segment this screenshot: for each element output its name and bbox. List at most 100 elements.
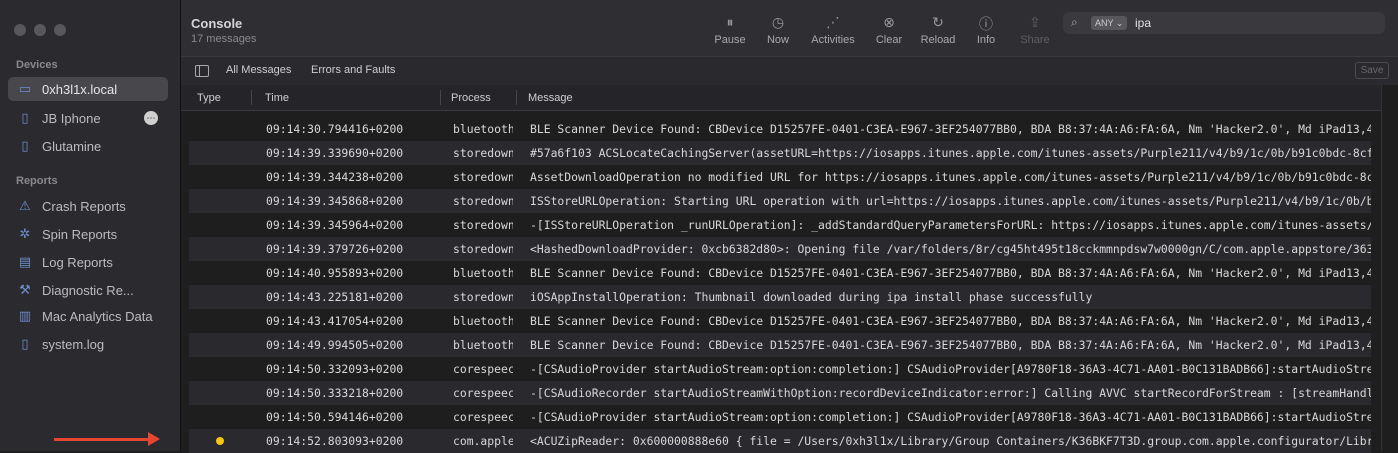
table-row[interactable]: 09:14:43.225181+0200 storedownloadd iOSApp… [189, 285, 1371, 309]
row-time: 09:14:49.994505+0200 [266, 338, 404, 352]
warning-icon: ⚠ [19, 198, 31, 213]
row-message: AssetDownloadOperation no modified URL f… [530, 170, 1371, 184]
save-button[interactable]: Save [1355, 62, 1389, 79]
table-row[interactable]: 09:14:39.345964+0200 storedownloadd -[ISSt… [189, 213, 1371, 237]
row-process: bluetoothd [453, 314, 513, 328]
row-process: storedownloadd [453, 290, 513, 304]
table-row[interactable]: 09:14:39.339690+0200 storedownloadd #57a6f… [189, 141, 1371, 165]
sidebar-item-diagnostic-reports[interactable]: ⚒ Diagnostic Re... [8, 278, 168, 302]
zoom-window-button[interactable] [54, 24, 66, 36]
table-row[interactable]: 09:14:50.333218+0200 corespeechd -[CSAudio… [189, 381, 1371, 405]
sidebar-item-label: Log Reports [42, 254, 113, 270]
info-icon: ⓘ [979, 16, 993, 32]
devices-header: Devices [16, 59, 58, 71]
row-time: 09:14:39.344238+0200 [266, 170, 404, 184]
file-icon: ▯ [21, 336, 29, 351]
activity-badge-icon: ⋯ [144, 111, 158, 125]
minimize-window-button[interactable] [34, 24, 46, 36]
sidebar-item-0xh3l1x-local[interactable]: ▭ 0xh3l1x.local [8, 77, 168, 101]
clear-button[interactable]: ⊗ Clear [861, 14, 917, 46]
sidebar-item-jb-iphone[interactable]: ▯ JB Iphone ⋯ [8, 106, 168, 130]
row-process: storedownloadd [453, 146, 513, 160]
activities-button[interactable]: ⋰ Activities [805, 14, 861, 46]
sidebar-item-label: JB Iphone [42, 110, 101, 126]
sidebar-toggle-icon[interactable] [195, 65, 209, 77]
laptop-icon: ▭ [18, 81, 32, 96]
window-controls [14, 24, 66, 36]
share-icon: ⇪ [1029, 14, 1041, 30]
clock-icon: ◷ [771, 14, 785, 30]
table-row[interactable]: 09:14:30.794416+0200 bluetoothd BLE Scanne… [189, 117, 1371, 141]
search-scope-dropdown[interactable]: ANY ⌄ [1091, 16, 1128, 30]
sidebar-item-label: Mac Analytics Data [42, 308, 153, 324]
sidebar-item-glutamine[interactable]: ▯ Glutamine [8, 134, 168, 158]
info-button[interactable]: ⓘ Info [958, 14, 1014, 46]
row-message: -[ISStoreURLOperation _runURLOperation]:… [530, 218, 1371, 232]
activities-label: Activities [811, 34, 855, 46]
row-time: 09:14:39.345868+0200 [266, 194, 404, 208]
column-header-message[interactable]: Message [528, 92, 573, 104]
row-process: bluetoothd [453, 338, 513, 352]
row-process: corespeechd [453, 410, 513, 424]
sidebar-item-label: Diagnostic Re... [42, 282, 134, 298]
column-divider[interactable] [516, 90, 517, 105]
table-row[interactable]: 09:14:43.417054+0200 bluetoothd BLE Scanne… [189, 309, 1371, 333]
row-time: 09:14:52.803093+0200 [266, 434, 404, 448]
sidebar-item-label: 0xh3l1x.local [42, 81, 118, 97]
chart-icon: ▥ [18, 308, 32, 323]
row-message: BLE Scanner Device Found: CBDevice D1525… [530, 338, 1371, 352]
column-divider[interactable] [440, 90, 441, 105]
share-label: Share [1020, 34, 1050, 46]
vertical-scrollbar[interactable] [1381, 85, 1398, 451]
phone-icon: ▯ [21, 138, 29, 153]
table-row[interactable]: 09:14:50.332093+0200 corespeechd -[CSAudio… [189, 357, 1371, 381]
errors-and-faults-button[interactable]: Errors and Faults [311, 64, 395, 76]
sidebar-item-system-log[interactable]: ▯ system.log [8, 332, 168, 356]
search-icon: ⌕ [1071, 15, 1078, 29]
column-header-process[interactable]: Process [451, 92, 491, 104]
column-header-time[interactable]: Time [265, 92, 289, 104]
row-process: corespeechd [453, 386, 513, 400]
table-row[interactable]: 09:14:52.803093+0200 com.apple.configurat… [189, 429, 1371, 453]
table-row[interactable]: 09:14:50.594146+0200 corespeechd -[CSAudio… [189, 405, 1371, 429]
close-window-button[interactable] [14, 24, 26, 36]
sidebar-item-label: Crash Reports [42, 198, 126, 214]
now-button[interactable]: ◷ Now [750, 14, 806, 46]
table-row[interactable]: 09:14:40.955893+0200 bluetoothd BLE Scanne… [189, 261, 1371, 285]
column-divider[interactable] [251, 90, 252, 105]
row-time: 09:14:50.332093+0200 [266, 362, 404, 376]
row-process: bluetoothd [453, 122, 513, 136]
row-message: BLE Scanner Device Found: CBDevice D1525… [530, 314, 1371, 328]
clear-label: Clear [875, 34, 903, 46]
row-process: storedownloadd [453, 242, 513, 256]
window-title: Console [191, 16, 243, 31]
row-message: iOSAppInstallOperation: Thumbnail downlo… [530, 290, 1093, 304]
table-row[interactable]: 09:14:39.344238+0200 storedownloadd AssetD… [189, 165, 1371, 189]
sidebar-item-mac-analytics-data[interactable]: ▥ Mac Analytics Data [8, 304, 168, 328]
reload-label: Reload [920, 34, 956, 46]
row-process: com.apple.configurator [453, 434, 513, 448]
sidebar-item-crash-reports[interactable]: ⚠ Crash Reports [8, 194, 168, 218]
now-label: Now [766, 34, 789, 46]
activities-icon: ⋰ [826, 14, 840, 30]
reports-header: Reports [16, 175, 58, 187]
table-row[interactable]: 09:14:49.994505+0200 bluetoothd BLE Scanne… [189, 333, 1371, 357]
sidebar-item-label: Glutamine [42, 138, 102, 154]
table-row[interactable]: 09:14:39.379726+0200 storedownloadd <Hashe… [189, 237, 1371, 261]
search-scope-label: ANY [1095, 18, 1114, 28]
row-process: storedownloadd [453, 194, 513, 208]
table-row[interactable]: 09:14:39.345868+0200 storedownloadd ISStor… [189, 189, 1371, 213]
search-field[interactable]: ⌕ ANY ⌄ ipa [1063, 12, 1385, 34]
sidebar-item-spin-reports[interactable]: ✲ Spin Reports [8, 222, 168, 246]
search-input[interactable]: ipa [1135, 16, 1151, 30]
sidebar-item-label: system.log [42, 336, 105, 352]
phone-icon: ▯ [21, 110, 29, 125]
share-button[interactable]: ⇪ Share [1007, 14, 1063, 46]
row-message: -[CSAudioProvider startAudioStream:optio… [530, 362, 1371, 376]
column-header-type[interactable]: Type [197, 92, 221, 104]
all-messages-button[interactable]: All Messages [226, 64, 291, 76]
row-message: -[CSAudioProvider startAudioStream:optio… [530, 410, 1371, 424]
row-message: <HashedDownloadProvider: 0xcb6382d80>: O… [530, 242, 1371, 256]
sidebar-item-log-reports[interactable]: ▤ Log Reports [8, 250, 168, 274]
row-message: BLE Scanner Device Found: CBDevice D1525… [530, 122, 1371, 136]
